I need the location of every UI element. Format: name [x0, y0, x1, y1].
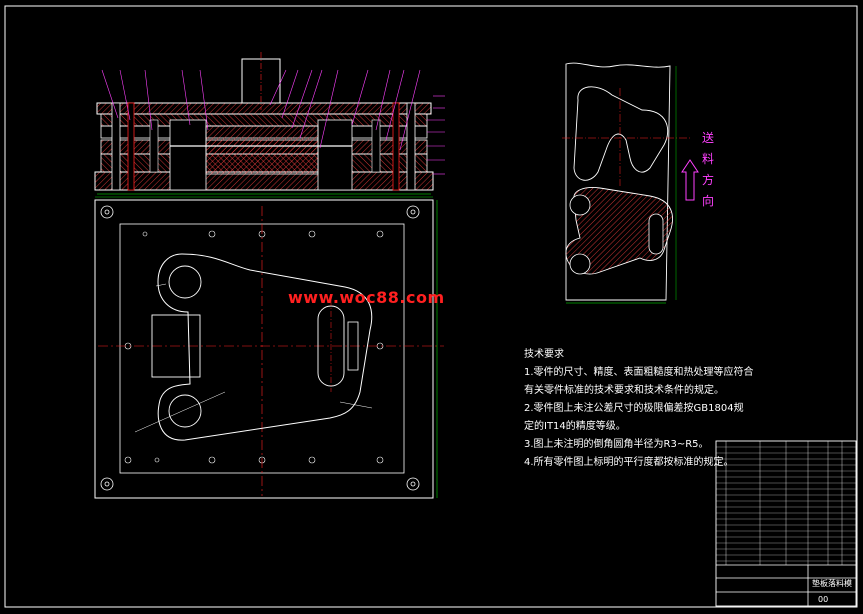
tech-line-6: 4.所有零件图上标明的平行度都按标准的规定。: [524, 457, 734, 468]
feed-char-2: 料: [701, 152, 714, 166]
lower-die-plate-outline: [94, 199, 434, 499]
feed-direction-label: 送 料 方 向: [700, 128, 716, 212]
tech-line-1: 1.零件的尺寸、精度、表面粗糙度和热处理等应符合: [524, 367, 754, 378]
blank-outline: [157, 253, 373, 441]
cad-drawing-canvas: 垫板落料模 00: [4, 5, 858, 608]
tech-line-2: 有关零件标准的技术要求和技术条件的规定。: [524, 385, 724, 396]
feed-char-4: 向: [701, 194, 714, 208]
watermark-text: www.woc88.com: [288, 288, 445, 307]
tech-title: 技术要求: [524, 349, 564, 360]
tech-line-3: 2.零件图上未注公差尺寸的极限偏差按GB1804规: [524, 403, 744, 414]
feed-char-1: 送: [701, 131, 714, 145]
drawing-name: 垫板落料模: [812, 578, 852, 588]
strip-layout: [562, 62, 699, 304]
plan-view: [94, 196, 444, 499]
tech-line-4: 定的IT14的精度等级。: [524, 421, 626, 432]
base-plate: [94, 171, 434, 191]
feed-arrow: [681, 159, 699, 201]
tech-line-5: 3.图上未注明的倒角圆角半径为R3~R5。: [524, 439, 709, 450]
sheet-label: 00: [818, 595, 828, 604]
feed-char-3: 方: [701, 173, 714, 187]
section-view: [94, 52, 445, 195]
technical-requirements: 技术要求 1.零件的尺寸、精度、表面粗糙度和热处理等应符合 有关零件标准的技术要…: [524, 346, 754, 472]
